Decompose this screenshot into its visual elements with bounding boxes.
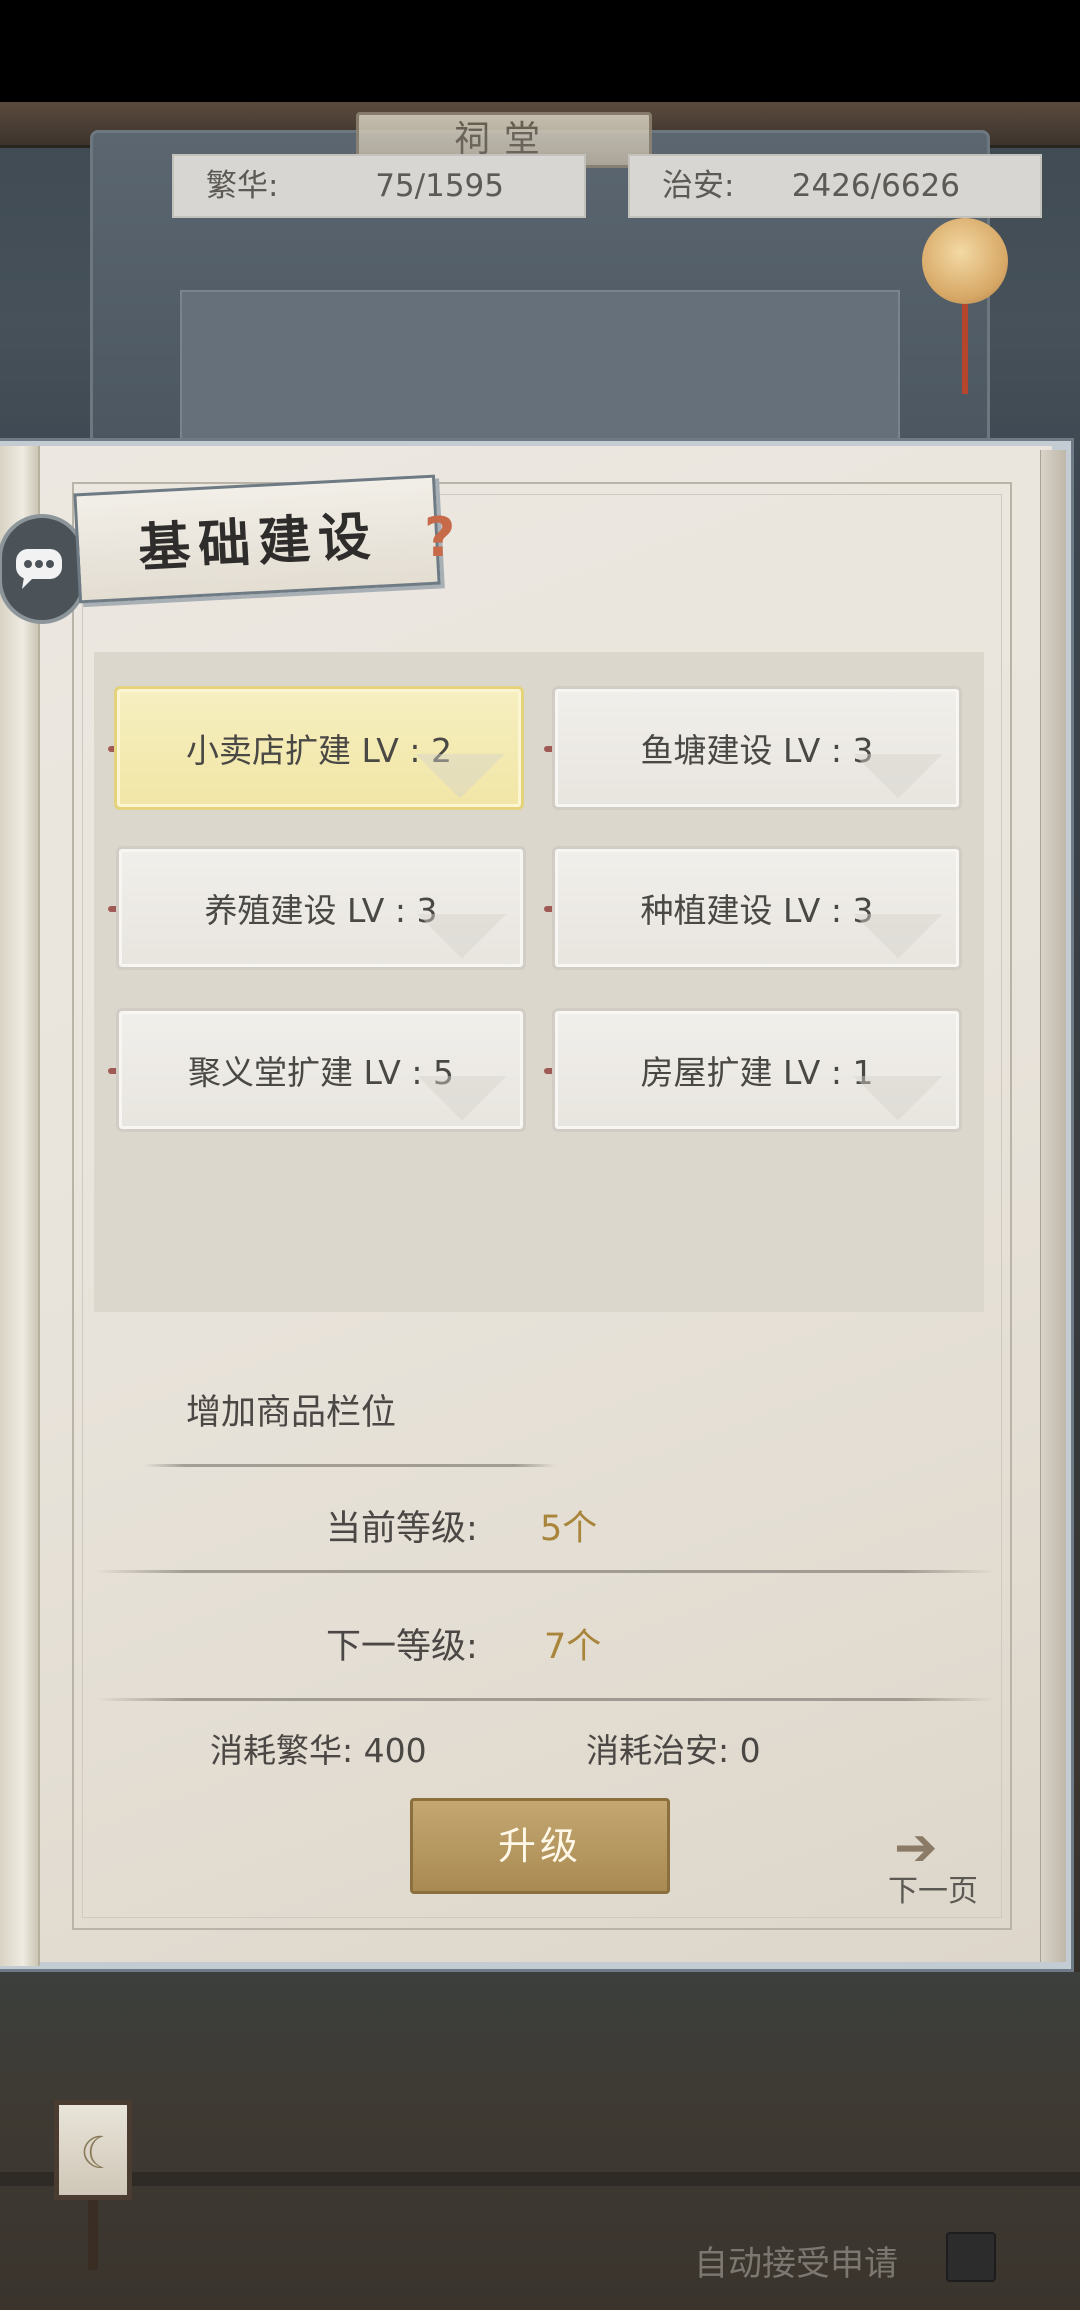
building-card-breeding[interactable]: 养殖建设 LV : 3 bbox=[116, 846, 526, 970]
mountain-decoration bbox=[415, 709, 505, 799]
next-level-label: 下一等级: bbox=[326, 1627, 478, 1667]
mountain-decoration bbox=[853, 1031, 943, 1121]
lantern-tassel bbox=[962, 304, 968, 394]
chat-bubble-glyph bbox=[16, 549, 62, 589]
security-value: 2426/6626 bbox=[791, 168, 960, 204]
mountain-decoration bbox=[417, 1031, 507, 1121]
building-card-label: 小卖店扩建 LV : 2 bbox=[186, 731, 452, 770]
current-level-value: 5个 bbox=[540, 1509, 598, 1549]
mountain-decoration bbox=[853, 709, 943, 799]
mountain-decoration bbox=[417, 869, 507, 959]
cost-prosperity: 消耗繁华: 400 bbox=[210, 1731, 427, 1770]
next-level-value: 7个 bbox=[544, 1627, 602, 1667]
panel-title: 基础建设 bbox=[136, 505, 380, 580]
divider bbox=[144, 1464, 556, 1467]
book-spine bbox=[0, 446, 40, 1966]
lamp-stand bbox=[88, 2200, 98, 2270]
divider bbox=[96, 1570, 994, 1573]
help-icon[interactable]: ? bbox=[424, 508, 464, 568]
floor-edge bbox=[0, 2172, 1080, 2186]
floor bbox=[0, 1972, 1080, 2310]
building-card-hall[interactable]: 聚义堂扩建 LV : 5 bbox=[116, 1008, 526, 1132]
building-card-label: 鱼塘建设 LV : 3 bbox=[640, 731, 874, 770]
building-card-fishpond[interactable]: 鱼塘建设 LV : 3 bbox=[552, 686, 962, 810]
building-card-label: 种植建设 LV : 3 bbox=[640, 891, 874, 930]
building-card-house[interactable]: 房屋扩建 LV : 1 bbox=[552, 1008, 962, 1132]
divider bbox=[96, 1698, 994, 1701]
security-stat: 治安: 2426/6626 bbox=[628, 154, 1042, 218]
arrow-right-icon[interactable]: ➔ bbox=[894, 1822, 984, 1874]
auto-accept-label: 自动接受申请 bbox=[694, 2244, 898, 2284]
prosperity-label: 繁华: bbox=[206, 168, 279, 204]
mountain-decoration bbox=[853, 869, 943, 959]
upgrade-button[interactable]: 升级 bbox=[410, 1798, 670, 1894]
cost-security: 消耗治安: 0 bbox=[586, 1731, 761, 1770]
status-bar bbox=[0, 0, 1080, 102]
building-card-label: 房屋扩建 LV : 1 bbox=[640, 1053, 874, 1092]
next-page-button[interactable]: 下一页 bbox=[888, 1866, 978, 1910]
prosperity-stat: 繁华: 75/1595 bbox=[172, 154, 586, 218]
building-card-label: 聚义堂扩建 LV : 5 bbox=[188, 1053, 454, 1092]
security-label: 治安: bbox=[662, 168, 735, 204]
chat-bubble-icon[interactable] bbox=[0, 514, 86, 624]
prosperity-value: 75/1595 bbox=[375, 168, 504, 204]
moon-icon: ☾ bbox=[80, 2128, 120, 2179]
page-edge bbox=[1040, 450, 1066, 1962]
lantern-decoration bbox=[922, 218, 1008, 304]
building-card-shop[interactable]: 小卖店扩建 LV : 2 bbox=[114, 686, 524, 810]
building-card-planting[interactable]: 种植建设 LV : 3 bbox=[552, 846, 962, 970]
building-card-label: 养殖建设 LV : 3 bbox=[204, 891, 438, 930]
current-level-label: 当前等级: bbox=[326, 1509, 478, 1549]
backdrop-panel bbox=[180, 290, 900, 450]
upgrade-description: 增加商品栏位 bbox=[186, 1393, 397, 1433]
auto-accept-checkbox[interactable] bbox=[946, 2232, 996, 2282]
